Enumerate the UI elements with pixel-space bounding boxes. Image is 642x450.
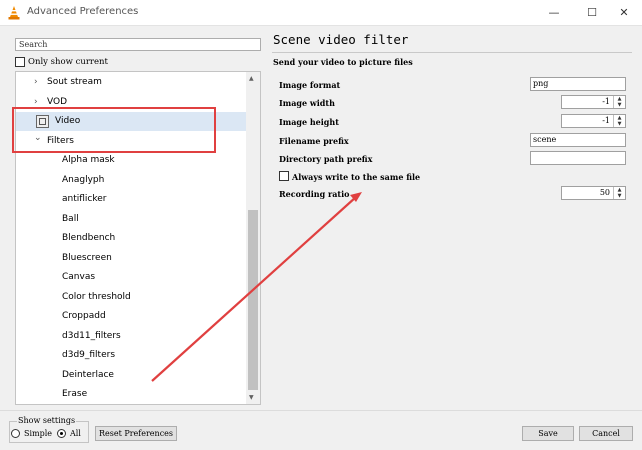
tree-item[interactable]: Canvas (16, 268, 247, 287)
tree-item[interactable]: Erase (16, 385, 247, 404)
save-button[interactable]: Save (522, 426, 574, 441)
close-button[interactable]: ✕ (606, 0, 642, 26)
search-input[interactable] (15, 38, 261, 51)
scroll-up-icon[interactable]: ▲ (249, 75, 254, 82)
simple-radio[interactable] (11, 429, 20, 438)
scroll-down-icon[interactable]: ▼ (249, 394, 254, 401)
filename-prefix-label: Filename prefix (279, 136, 349, 146)
spin-arrows-icon[interactable]: ▲ ▼ (613, 115, 625, 127)
image-format-label: Image format (279, 80, 341, 90)
tree-item-label: Sout stream (47, 77, 102, 87)
tree-item-label: Canvas (62, 272, 96, 282)
tree-item-label: d3d9_filters (62, 350, 116, 360)
image-width-value: -1 (602, 97, 610, 106)
reset-preferences-button[interactable]: Reset Preferences (95, 426, 177, 441)
tree-scrollbar[interactable]: ▲ ▼ (246, 72, 260, 404)
all-label: All (70, 429, 81, 438)
tree-item-label: Deinterlace (62, 369, 114, 380)
minimize-button[interactable]: — (536, 0, 572, 26)
show-settings-legend: Show settings (17, 416, 77, 425)
tree-item[interactable]: Anaglyph (16, 171, 247, 190)
tree-item[interactable]: › Sout stream (16, 73, 247, 92)
chevron-right-icon[interactable]: › (34, 73, 38, 92)
simple-label: Simple (24, 429, 53, 438)
tree-item-label: Croppadd (62, 311, 106, 321)
image-width-spinbox[interactable]: -1 ▲ ▼ (561, 95, 626, 109)
tree-item-label: antiflicker (62, 194, 107, 204)
recording-ratio-value: 50 (599, 188, 610, 197)
window-title: Advanced Preferences (27, 6, 139, 17)
always-write-checkbox[interactable] (279, 171, 289, 181)
spin-arrows-icon[interactable]: ▲ ▼ (613, 96, 625, 108)
image-format-input[interactable]: png (530, 77, 626, 91)
vlc-cone-icon (8, 6, 20, 20)
tree-item-label: Alpha mask (62, 155, 115, 165)
scroll-thumb[interactable] (248, 210, 258, 390)
panel-separator (272, 52, 632, 53)
always-write-label: Always write to the same file (292, 172, 421, 182)
panel-description: Send your video to picture files (273, 57, 413, 67)
tree-item[interactable]: Alpha mask (16, 151, 247, 170)
only-show-current-label: Only show current (28, 57, 108, 67)
footer-separator (0, 410, 642, 411)
tree-item-label: d3d11_filters (62, 330, 121, 341)
tree-item[interactable]: d3d9_filters (16, 346, 247, 365)
image-width-label: Image width (279, 98, 335, 108)
directory-prefix-label: Directory path prefix (279, 154, 373, 164)
recording-ratio-label: Recording ratio (279, 189, 350, 199)
image-height-spinbox[interactable]: -1 ▲ ▼ (561, 114, 626, 128)
tree-item[interactable]: Blendbench (16, 229, 247, 248)
tree-item-label: Color threshold (62, 291, 131, 302)
tree-item-label: Erase (62, 389, 88, 399)
tree-item[interactable]: d3d11_filters (16, 327, 247, 346)
tree-item[interactable]: Croppadd (16, 307, 247, 326)
tree-item[interactable]: Bluescreen (16, 249, 247, 268)
cancel-button[interactable]: Cancel (579, 426, 633, 441)
tree-item[interactable]: antiflicker (16, 190, 247, 209)
tree-item-label: Blendbench (62, 233, 116, 243)
image-height-value: -1 (602, 116, 610, 125)
tree-item-label: Anaglyph (62, 174, 105, 185)
all-radio[interactable] (57, 429, 66, 438)
tree-item-label: Ball (62, 213, 79, 224)
tree-item[interactable]: Color threshold (16, 288, 247, 307)
only-show-current-checkbox[interactable] (15, 57, 25, 67)
title-bar: Advanced Preferences — ☐ ✕ (0, 0, 642, 26)
directory-prefix-input[interactable] (530, 151, 626, 165)
tree-item[interactable]: Ball (16, 210, 247, 229)
spin-arrows-icon[interactable]: ▲ ▼ (613, 187, 625, 199)
tree-item[interactable]: Deinterlace (16, 366, 247, 385)
recording-ratio-spinbox[interactable]: 50 ▲ ▼ (561, 186, 626, 200)
image-height-label: Image height (279, 117, 339, 127)
maximize-button[interactable]: ☐ (574, 0, 610, 26)
panel-title: Scene video filter (273, 32, 409, 47)
tree-item-label: Bluescreen (62, 252, 112, 263)
annotation-highlight-box (12, 107, 216, 153)
filename-prefix-input[interactable]: scene (530, 133, 626, 147)
